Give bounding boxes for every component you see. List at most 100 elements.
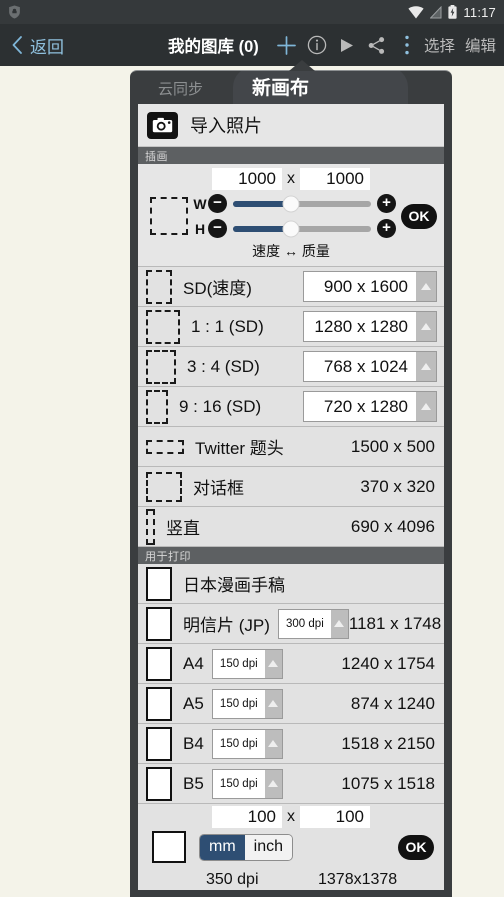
wifi-icon (408, 5, 425, 18)
width-increment-button[interactable]: + (377, 194, 396, 213)
preset-size-value[interactable]: 768 x 1024 (304, 352, 416, 381)
preset-thumb-icon (146, 269, 172, 304)
preset-thumb-icon (146, 389, 168, 424)
spinner-up-button[interactable] (416, 272, 436, 301)
height-decrement-button[interactable]: − (208, 219, 227, 238)
preset-thumb-icon (146, 471, 182, 502)
chevron-up-icon (421, 323, 431, 330)
illustration-preset-row[interactable]: SD(速度) 900 x 1600 (138, 267, 444, 307)
illustration-preset-row[interactable]: 对话框 370 x 320 (138, 467, 444, 507)
width-slider[interactable] (233, 195, 371, 212)
select-button[interactable]: 选择 (422, 34, 457, 56)
preset-dpi-spinner[interactable]: 150 dpi (211, 688, 283, 719)
print-preset-row[interactable]: 日本漫画手稿 (138, 564, 444, 604)
custom-width-input[interactable]: 100 (212, 806, 282, 828)
dialog-panel: 导入照片 插画 1000 x 1000 W − + H − + OK 速度 ↔ … (138, 104, 444, 890)
spinner-up-button[interactable] (416, 392, 436, 421)
print-preset-row[interactable]: A4 150 dpi 1240 x 1754 (138, 644, 444, 684)
custom-size-ok-button[interactable]: OK (398, 834, 434, 860)
spinner-up-button[interactable] (416, 312, 436, 341)
custom-result-size: 1378x1378 (318, 871, 398, 888)
edit-button[interactable]: 编辑 (463, 34, 498, 56)
unit-option-mm[interactable]: mm (200, 834, 245, 860)
import-photo-row[interactable]: 导入照片 (138, 104, 444, 147)
plus-icon: + (382, 219, 391, 236)
preset-name: 竖直 (166, 519, 200, 538)
custom-height-input[interactable]: 100 (300, 806, 370, 828)
illustration-preset-row[interactable]: 竖直 690 x 4096 (138, 507, 444, 547)
preset-dpi-spinner[interactable]: 150 dpi (211, 768, 283, 799)
unit-toggle[interactable]: mm inch (199, 833, 294, 861)
preset-thumb-icon (146, 349, 176, 384)
preset-thumb-icon (146, 726, 172, 761)
back-button[interactable]: 返回 (0, 33, 64, 58)
preset-size-spinner[interactable]: 768 x 1024 (303, 351, 437, 382)
width-decrement-button[interactable]: − (208, 194, 227, 213)
illustration-preset-row[interactable]: 1 : 1 (SD) 1280 x 1280 (138, 307, 444, 347)
speed-quality-hint: 速度 ↔ 质量 (252, 243, 330, 259)
print-preset-row[interactable]: A5 150 dpi 874 x 1240 (138, 684, 444, 724)
custom-size-separator: x (287, 808, 295, 825)
status-bar-left (8, 5, 21, 19)
chevron-up-icon (334, 620, 345, 627)
new-canvas-dialog: 云同步 新画布 导入照片 插画 1000 x 1000 W − + H − + … (130, 70, 452, 897)
plus-icon: + (382, 194, 391, 211)
preset-dpi-spinner[interactable]: 150 dpi (211, 648, 283, 679)
section-header-print: 用于打印 (138, 547, 444, 564)
unit-option-inch[interactable]: inch (244, 834, 293, 860)
preset-dpi-value[interactable]: 300 dpi (278, 609, 331, 638)
camera-icon (147, 111, 178, 139)
dpi-up-button[interactable] (264, 729, 282, 758)
illustration-preset-row[interactable]: 3 : 4 (SD) 768 x 1024 (138, 347, 444, 387)
chevron-up-icon (268, 660, 279, 667)
height-increment-button[interactable]: + (377, 219, 396, 238)
dpi-up-button[interactable] (264, 769, 282, 798)
preset-size-value[interactable]: 900 x 1600 (304, 272, 416, 301)
preset-size-value: 874 x 1240 (350, 693, 435, 713)
preset-dpi-value[interactable]: 150 dpi (212, 689, 265, 718)
height-label: H (194, 220, 206, 237)
preset-size-value: 690 x 4096 (350, 516, 435, 536)
canvas-size-sliders-row: W − + H − + OK (138, 193, 444, 239)
print-preset-row[interactable]: B5 150 dpi 1075 x 1518 (138, 764, 444, 804)
preset-thumb-icon (146, 686, 172, 721)
preset-size-spinner[interactable]: 900 x 1600 (303, 271, 437, 302)
canvas-size-ok-button[interactable]: OK (401, 203, 437, 229)
preset-size-value: 1500 x 500 (350, 436, 435, 456)
preset-dpi-spinner[interactable]: 300 dpi (277, 608, 349, 639)
preset-size-value: 1240 x 1754 (341, 653, 435, 673)
preset-name: 9 : 16 (SD) (179, 396, 262, 416)
preset-size-spinner[interactable]: 720 x 1280 (303, 391, 437, 422)
chevron-up-icon (268, 740, 279, 747)
print-preset-row[interactable]: 明信片 (JP) 300 dpi 1181 x 1748 (138, 604, 444, 644)
minus-icon: − (213, 219, 222, 236)
dpi-up-button[interactable] (264, 689, 282, 718)
preset-name: Twitter 题头 (195, 439, 284, 458)
dpi-up-button[interactable] (330, 609, 348, 638)
canvas-height-input[interactable]: 1000 (300, 168, 370, 190)
preset-size-value[interactable]: 1280 x 1280 (304, 312, 416, 341)
preset-dpi-spinner[interactable]: 150 dpi (211, 728, 283, 759)
preset-size-spinner[interactable]: 1280 x 1280 (303, 311, 437, 342)
height-slider[interactable] (233, 220, 371, 237)
preset-dpi-value[interactable]: 150 dpi (212, 729, 265, 758)
canvas-width-input[interactable]: 1000 (212, 168, 282, 190)
battery-charging-icon (448, 5, 458, 19)
chevron-left-icon (12, 36, 22, 54)
width-slider-knob[interactable] (282, 195, 300, 212)
dpi-up-button[interactable] (264, 649, 282, 678)
tab-new-canvas[interactable]: 新画布 (252, 73, 309, 100)
illustration-preset-row[interactable]: 9 : 16 (SD) 720 x 1280 (138, 387, 444, 427)
preset-dpi-value[interactable]: 150 dpi (212, 649, 265, 678)
preset-name: 1 : 1 (SD) (191, 316, 264, 336)
print-preset-row[interactable]: B4 150 dpi 1518 x 2150 (138, 724, 444, 764)
info-icon (307, 35, 327, 55)
dialog-caret (289, 60, 315, 71)
preset-size-value: 1075 x 1518 (341, 773, 435, 793)
preset-dpi-value[interactable]: 150 dpi (212, 769, 265, 798)
spinner-up-button[interactable] (416, 352, 436, 381)
illustration-preset-row[interactable]: Twitter 题头 1500 x 500 (138, 427, 444, 467)
preset-size-value[interactable]: 720 x 1280 (304, 392, 416, 421)
height-slider-knob[interactable] (282, 220, 300, 237)
tab-cloud-sync[interactable]: 云同步 (158, 78, 203, 99)
